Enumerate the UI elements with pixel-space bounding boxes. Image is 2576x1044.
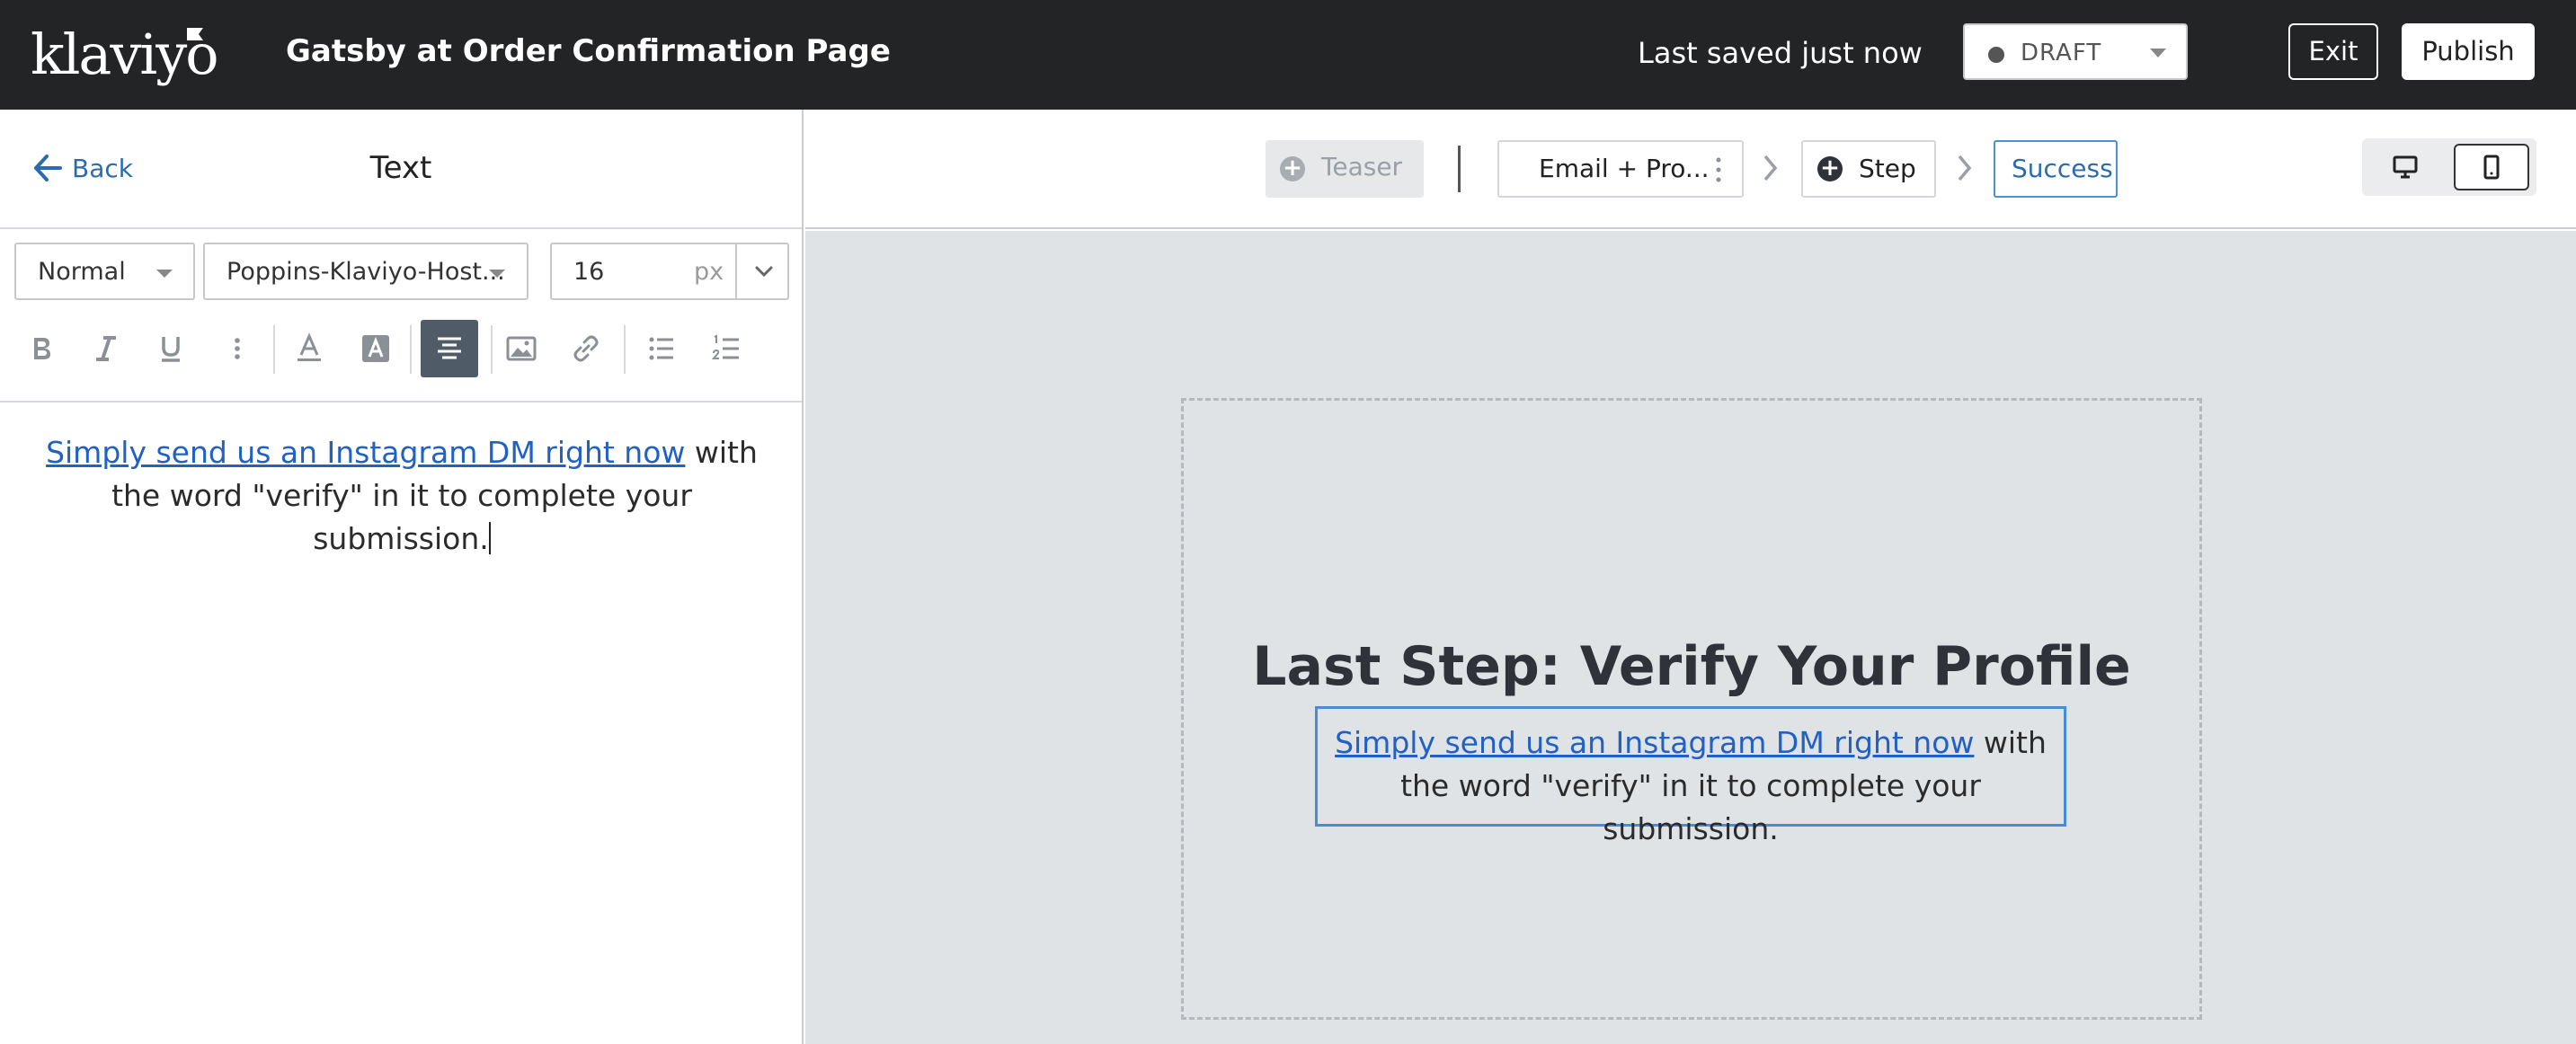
toolbar-divider bbox=[624, 325, 626, 374]
numbered-list-icon bbox=[711, 334, 739, 359]
image-icon bbox=[506, 336, 537, 361]
canvas-link-text[interactable]: Simply send us an Instagram DM right now bbox=[1335, 725, 1974, 760]
bold-button[interactable] bbox=[13, 320, 70, 377]
add-circle-icon: + bbox=[1280, 156, 1305, 181]
step-email-profile[interactable]: Email + Pro... bbox=[1497, 140, 1744, 198]
font-size-dropdown-button[interactable] bbox=[735, 244, 789, 298]
step-success-label: Success bbox=[2012, 154, 2113, 183]
form-steps-bar: + Teaser Email + Pro... + Step Success bbox=[805, 110, 2576, 229]
selected-text-block[interactable]: Simply send us an Instagram DM right now… bbox=[1315, 706, 2066, 846]
text-cursor bbox=[488, 522, 491, 554]
klaviyo-logo[interactable]: klaviyo bbox=[31, 23, 219, 86]
step-divider bbox=[1458, 146, 1461, 192]
chevron-right-icon bbox=[1763, 155, 1778, 181]
font-size-value: 16 bbox=[573, 258, 605, 286]
insert-link-button[interactable] bbox=[557, 320, 615, 377]
form-container[interactable]: Last Step: Verify Your Profile Simply se… bbox=[1181, 398, 2202, 1020]
more-vertical-icon[interactable] bbox=[1713, 156, 1724, 183]
highlight-color-icon bbox=[362, 335, 389, 362]
desktop-icon bbox=[2393, 155, 2418, 179]
text-color-icon bbox=[298, 332, 321, 361]
mobile-icon bbox=[2483, 155, 2500, 180]
save-status: Last saved just now bbox=[1638, 36, 1923, 70]
back-link[interactable]: Back bbox=[72, 151, 133, 187]
preview-canvas: Last Step: Verify Your Profile Simply se… bbox=[805, 231, 2576, 1044]
font-size-unit: px bbox=[694, 258, 724, 286]
italic-button[interactable] bbox=[77, 320, 135, 377]
form-heading[interactable]: Last Step: Verify Your Profile bbox=[1184, 631, 2199, 703]
rich-text-editor[interactable]: Simply send us an Instagram DM right now… bbox=[22, 431, 782, 561]
status-dropdown[interactable]: DRAFT bbox=[1963, 23, 2188, 80]
highlight-color-button[interactable] bbox=[347, 320, 404, 377]
toolbar-divider bbox=[0, 401, 802, 403]
numbered-list-button[interactable] bbox=[697, 320, 755, 377]
chevron-right-icon bbox=[1958, 155, 1972, 181]
back-arrow-icon[interactable] bbox=[32, 153, 63, 183]
mobile-preview-button[interactable] bbox=[2454, 144, 2529, 190]
bullet-list-button[interactable] bbox=[633, 320, 690, 377]
formatting-toolbar bbox=[0, 314, 802, 383]
step-teaser[interactable]: + Teaser bbox=[1266, 140, 1424, 198]
bullet-list-icon bbox=[649, 337, 673, 360]
caret-down-icon bbox=[156, 270, 173, 278]
toolbar-divider bbox=[410, 325, 412, 374]
font-family-value: Poppins-Klaviyo-Host... bbox=[227, 258, 505, 286]
block-style-select[interactable]: Normal bbox=[14, 243, 195, 300]
link-icon bbox=[573, 335, 599, 362]
font-family-select[interactable]: Poppins-Klaviyo-Host... bbox=[203, 243, 529, 300]
underline-icon bbox=[162, 337, 180, 362]
block-style-value: Normal bbox=[38, 258, 126, 286]
insert-image-button[interactable] bbox=[493, 320, 550, 377]
top-bar: klaviyo Gatsby at Order Confirmation Pag… bbox=[0, 0, 2576, 110]
step-step-label: Step bbox=[1859, 154, 1916, 183]
step-teaser-label: Teaser bbox=[1321, 152, 1403, 181]
more-options-button[interactable] bbox=[209, 320, 266, 377]
exit-button[interactable]: Exit bbox=[2288, 23, 2378, 80]
status-label: DRAFT bbox=[2021, 40, 2102, 66]
panel-header: Back Text bbox=[0, 110, 802, 229]
italic-icon bbox=[96, 336, 116, 361]
step-success[interactable]: Success bbox=[1994, 140, 2118, 198]
text-editor-panel: Back Text Normal Poppins-Klaviyo-Host...… bbox=[0, 110, 804, 1044]
caret-down-icon bbox=[489, 270, 505, 278]
add-circle-icon: + bbox=[1817, 156, 1843, 181]
underline-button[interactable] bbox=[142, 320, 200, 377]
more-vertical-icon bbox=[235, 338, 240, 359]
align-center-icon bbox=[438, 337, 461, 359]
publish-button[interactable]: Publish bbox=[2402, 23, 2535, 80]
panel-title: Text bbox=[369, 150, 432, 186]
desktop-preview-button[interactable] bbox=[2367, 144, 2443, 190]
font-size-input[interactable]: 16 px bbox=[550, 243, 789, 300]
toolbar-divider bbox=[273, 325, 275, 374]
bold-icon bbox=[34, 338, 50, 359]
step-email-label: Email + Pro... bbox=[1539, 154, 1710, 183]
chevron-down-icon bbox=[755, 266, 773, 278]
step-add-step[interactable]: + Step bbox=[1801, 140, 1936, 198]
device-preview-toggle bbox=[2362, 138, 2536, 196]
text-color-button[interactable] bbox=[280, 320, 338, 377]
caret-down-icon bbox=[2150, 49, 2166, 58]
align-center-button[interactable] bbox=[421, 320, 478, 377]
form-body-text: Simply send us an Instagram DM right now… bbox=[1318, 721, 2064, 851]
status-dot-icon bbox=[1988, 47, 2004, 63]
editor-link-text[interactable]: Simply send us an Instagram DM right now bbox=[46, 435, 685, 470]
page-title: Gatsby at Order Confirmation Page bbox=[286, 33, 891, 69]
